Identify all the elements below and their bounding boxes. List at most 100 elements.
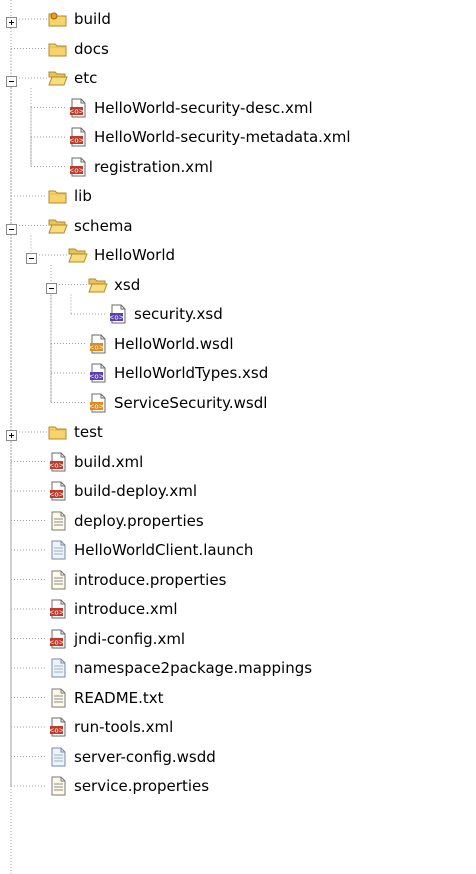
tree-item-label: introduce.properties <box>74 570 227 589</box>
tree-item-label: deploy.properties <box>74 511 204 530</box>
svg-text:<o>: <o> <box>48 491 64 499</box>
tree-item-label: docs <box>74 39 109 58</box>
expand-icon[interactable] <box>6 14 17 28</box>
svg-text:<o>: <o> <box>48 461 64 469</box>
svg-text:<o>: <o> <box>68 107 84 115</box>
tree-item-label: HelloWorld <box>94 246 176 264</box>
svg-text:<o>: <o> <box>68 137 84 145</box>
tree-item-label: README.txt <box>74 688 164 707</box>
tree-item-label: service.properties <box>74 777 210 795</box>
svg-text:<o>: <o> <box>88 343 104 351</box>
folder-open-icon <box>68 245 88 265</box>
tree-item-introduce-properties[interactable]: introduce.properties <box>0 565 476 595</box>
text-file-icon <box>48 511 68 531</box>
wsdl-file-icon: <o> <box>88 393 108 413</box>
text-file-icon <box>48 570 68 590</box>
tree-item-label: test <box>74 423 103 441</box>
wsdl-file-icon: <o> <box>88 334 108 354</box>
svg-text:<o>: <o> <box>68 166 84 174</box>
xml-file-icon: <o> <box>48 481 68 501</box>
tree-item-xsd[interactable]: xsd <box>0 270 476 300</box>
tree-item-label: HelloWorld.wsdl <box>114 334 234 353</box>
collapse-icon[interactable] <box>46 280 57 294</box>
tree-item-helloworld-wsdl[interactable]: <o> HelloWorld.wsdl <box>0 329 476 359</box>
collapse-icon[interactable] <box>26 250 37 264</box>
tree-item-helloworld[interactable]: HelloWorld <box>0 240 476 270</box>
svg-text:<o>: <o> <box>88 373 104 381</box>
xml-file-icon: <o> <box>48 629 68 649</box>
tree-item-helloworld-security-metadata-xml[interactable]: <o> HelloWorld-security-metadata.xml <box>0 122 476 152</box>
folder-shared-icon <box>48 9 68 29</box>
xml-file-icon: <o> <box>48 599 68 619</box>
text-file-icon <box>48 776 68 796</box>
tree-item-label: HelloWorldTypes.xsd <box>114 364 269 382</box>
project-file-tree: build docs etc <o> HelloWorld-security-desc.… <box>0 0 476 874</box>
folder-icon <box>48 39 68 59</box>
tree-item-registration-xml[interactable]: <o> registration.xml <box>0 152 476 182</box>
generic-file-icon <box>48 540 68 560</box>
xsd-file-icon: <o> <box>88 363 108 383</box>
xml-file-icon: <o> <box>48 452 68 472</box>
tree-item-introduce-xml[interactable]: <o> introduce.xml <box>0 594 476 624</box>
folder-open-icon <box>88 275 108 295</box>
tree-item-label: lib <box>74 187 92 205</box>
tree-item-label: build.xml <box>74 452 144 471</box>
tree-item-etc[interactable]: etc <box>0 63 476 93</box>
xml-file-icon: <o> <box>48 717 68 737</box>
folder-icon <box>48 186 68 206</box>
tree-item-label: server-config.wsdd <box>74 747 216 766</box>
tree-item-lib[interactable]: lib <box>0 181 476 211</box>
tree-item-build[interactable]: build <box>0 4 476 34</box>
tree-item-label: security.xsd <box>134 305 223 323</box>
tree-item-namespace2package-mappings[interactable]: namespace2package.mappings <box>0 653 476 683</box>
tree-item-readme-txt[interactable]: README.txt <box>0 683 476 713</box>
tree-item-schema[interactable]: schema <box>0 211 476 241</box>
expand-icon[interactable] <box>6 427 17 441</box>
text-file-icon <box>48 688 68 708</box>
tree-item-label: ServiceSecurity.wsdl <box>114 393 268 412</box>
svg-text:<o>: <o> <box>88 402 104 410</box>
xml-file-icon: <o> <box>68 127 88 147</box>
svg-text:<o>: <o> <box>48 638 64 646</box>
collapse-icon[interactable] <box>6 73 17 87</box>
tree-item-build-xml[interactable]: <o> build.xml <box>0 447 476 477</box>
tree-item-helloworld-security-desc-xml[interactable]: <o> HelloWorld-security-desc.xml <box>0 93 476 123</box>
tree-item-label: build-deploy.xml <box>74 482 198 500</box>
svg-text:<o>: <o> <box>48 609 64 617</box>
tree-item-label: etc <box>74 69 98 87</box>
tree-item-label: schema <box>74 216 133 235</box>
tree-item-helloworldclient-launch[interactable]: HelloWorldClient.launch <box>0 535 476 565</box>
tree-item-label: build <box>74 10 111 28</box>
tree-item-security-xsd[interactable]: <o> security.xsd <box>0 299 476 329</box>
collapse-icon[interactable] <box>6 221 17 235</box>
tree-item-label: xsd <box>114 275 141 294</box>
tree-item-docs[interactable]: docs <box>0 34 476 64</box>
tree-item-label: HelloWorld-security-metadata.xml <box>94 128 351 146</box>
tree-item-service-properties[interactable]: service.properties <box>0 771 476 801</box>
tree-item-jndi-config-xml[interactable]: <o> jndi-config.xml <box>0 624 476 654</box>
tree-item-servicesecurity-wsdl[interactable]: <o> ServiceSecurity.wsdl <box>0 388 476 418</box>
xml-file-icon: <o> <box>68 98 88 118</box>
tree-item-label: registration.xml <box>94 157 213 176</box>
tree-item-build-deploy-xml[interactable]: <o> build-deploy.xml <box>0 476 476 506</box>
tree-item-label: HelloWorldClient.launch <box>74 541 254 559</box>
generic-file-icon <box>48 658 68 678</box>
folder-icon <box>48 422 68 442</box>
xml-file-icon: <o> <box>68 157 88 177</box>
tree-item-helloworldtypes-xsd[interactable]: <o> HelloWorldTypes.xsd <box>0 358 476 388</box>
tree-item-label: run-tools.xml <box>74 718 174 736</box>
svg-text:<o>: <o> <box>48 727 64 735</box>
tree-item-label: namespace2package.mappings <box>74 659 313 677</box>
tree-item-label: jndi-config.xml <box>74 629 186 648</box>
folder-open-icon <box>48 68 68 88</box>
tree-item-label: HelloWorld-security-desc.xml <box>94 98 313 117</box>
tree-item-deploy-properties[interactable]: deploy.properties <box>0 506 476 536</box>
folder-open-icon <box>48 216 68 236</box>
generic-file-icon <box>48 747 68 767</box>
tree-item-label: introduce.xml <box>74 600 178 618</box>
tree-item-server-config-wsdd[interactable]: server-config.wsdd <box>0 742 476 772</box>
tree-item-test[interactable]: test <box>0 417 476 447</box>
xsd-file-icon: <o> <box>108 304 128 324</box>
svg-text:<o>: <o> <box>108 314 124 322</box>
tree-item-run-tools-xml[interactable]: <o> run-tools.xml <box>0 712 476 742</box>
